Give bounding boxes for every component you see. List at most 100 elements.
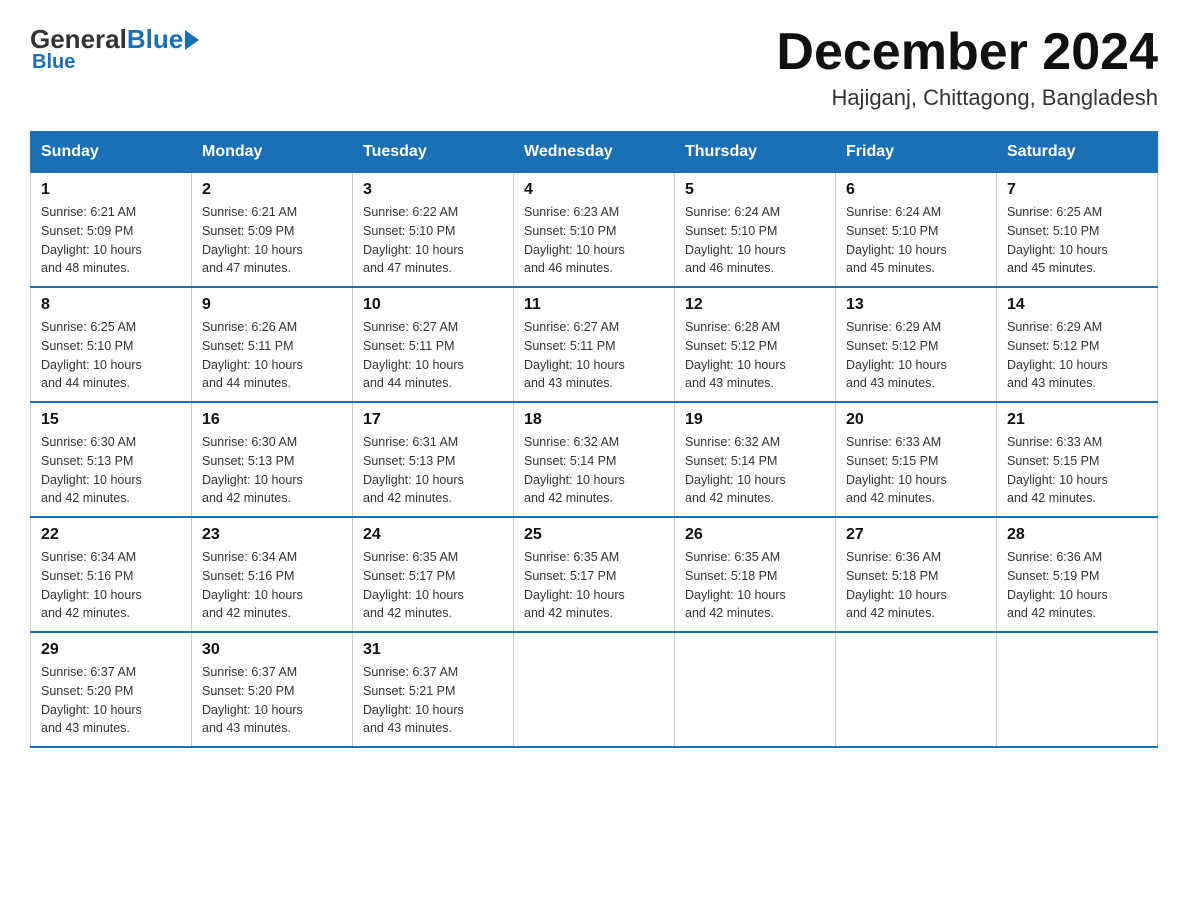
table-row [514, 632, 675, 747]
table-row: 24 Sunrise: 6:35 AMSunset: 5:17 PMDaylig… [353, 517, 514, 632]
day-info: Sunrise: 6:35 AMSunset: 5:17 PMDaylight:… [524, 548, 664, 623]
table-row: 22 Sunrise: 6:34 AMSunset: 5:16 PMDaylig… [31, 517, 192, 632]
day-number: 31 [363, 641, 503, 659]
day-info: Sunrise: 6:28 AMSunset: 5:12 PMDaylight:… [685, 318, 825, 393]
calendar-week-row: 29 Sunrise: 6:37 AMSunset: 5:20 PMDaylig… [31, 632, 1158, 747]
logo-subtitle: Blue [32, 51, 75, 74]
table-row: 12 Sunrise: 6:28 AMSunset: 5:12 PMDaylig… [675, 287, 836, 402]
col-wednesday: Wednesday [514, 132, 675, 172]
day-info: Sunrise: 6:27 AMSunset: 5:11 PMDaylight:… [524, 318, 664, 393]
day-info: Sunrise: 6:33 AMSunset: 5:15 PMDaylight:… [846, 433, 986, 508]
calendar-week-row: 22 Sunrise: 6:34 AMSunset: 5:16 PMDaylig… [31, 517, 1158, 632]
table-row: 17 Sunrise: 6:31 AMSunset: 5:13 PMDaylig… [353, 402, 514, 517]
day-info: Sunrise: 6:37 AMSunset: 5:21 PMDaylight:… [363, 663, 503, 738]
day-number: 11 [524, 296, 664, 314]
day-info: Sunrise: 6:21 AMSunset: 5:09 PMDaylight:… [41, 203, 181, 278]
day-number: 10 [363, 296, 503, 314]
day-number: 25 [524, 526, 664, 544]
day-number: 3 [363, 181, 503, 199]
table-row: 27 Sunrise: 6:36 AMSunset: 5:18 PMDaylig… [836, 517, 997, 632]
table-row: 6 Sunrise: 6:24 AMSunset: 5:10 PMDayligh… [836, 172, 997, 287]
page-header: General Blue Blue December 2024 Hajiganj… [30, 24, 1158, 111]
calendar-week-row: 15 Sunrise: 6:30 AMSunset: 5:13 PMDaylig… [31, 402, 1158, 517]
table-row: 13 Sunrise: 6:29 AMSunset: 5:12 PMDaylig… [836, 287, 997, 402]
table-row [675, 632, 836, 747]
day-info: Sunrise: 6:29 AMSunset: 5:12 PMDaylight:… [1007, 318, 1147, 393]
day-info: Sunrise: 6:30 AMSunset: 5:13 PMDaylight:… [41, 433, 181, 508]
day-info: Sunrise: 6:24 AMSunset: 5:10 PMDaylight:… [685, 203, 825, 278]
day-number: 4 [524, 181, 664, 199]
day-number: 8 [41, 296, 181, 314]
col-monday: Monday [192, 132, 353, 172]
day-number: 13 [846, 296, 986, 314]
table-row: 23 Sunrise: 6:34 AMSunset: 5:16 PMDaylig… [192, 517, 353, 632]
table-row [997, 632, 1158, 747]
day-info: Sunrise: 6:22 AMSunset: 5:10 PMDaylight:… [363, 203, 503, 278]
day-info: Sunrise: 6:33 AMSunset: 5:15 PMDaylight:… [1007, 433, 1147, 508]
day-number: 28 [1007, 526, 1147, 544]
day-info: Sunrise: 6:30 AMSunset: 5:13 PMDaylight:… [202, 433, 342, 508]
day-info: Sunrise: 6:29 AMSunset: 5:12 PMDaylight:… [846, 318, 986, 393]
table-row: 4 Sunrise: 6:23 AMSunset: 5:10 PMDayligh… [514, 172, 675, 287]
day-number: 23 [202, 526, 342, 544]
table-row [836, 632, 997, 747]
day-number: 1 [41, 181, 181, 199]
day-info: Sunrise: 6:26 AMSunset: 5:11 PMDaylight:… [202, 318, 342, 393]
day-info: Sunrise: 6:23 AMSunset: 5:10 PMDaylight:… [524, 203, 664, 278]
col-tuesday: Tuesday [353, 132, 514, 172]
location-title: Hajiganj, Chittagong, Bangladesh [776, 85, 1158, 111]
col-sunday: Sunday [31, 132, 192, 172]
day-number: 24 [363, 526, 503, 544]
table-row: 31 Sunrise: 6:37 AMSunset: 5:21 PMDaylig… [353, 632, 514, 747]
table-row: 26 Sunrise: 6:35 AMSunset: 5:18 PMDaylig… [675, 517, 836, 632]
table-row: 29 Sunrise: 6:37 AMSunset: 5:20 PMDaylig… [31, 632, 192, 747]
day-info: Sunrise: 6:32 AMSunset: 5:14 PMDaylight:… [685, 433, 825, 508]
table-row: 9 Sunrise: 6:26 AMSunset: 5:11 PMDayligh… [192, 287, 353, 402]
day-number: 15 [41, 411, 181, 429]
day-info: Sunrise: 6:36 AMSunset: 5:18 PMDaylight:… [846, 548, 986, 623]
day-info: Sunrise: 6:36 AMSunset: 5:19 PMDaylight:… [1007, 548, 1147, 623]
day-number: 22 [41, 526, 181, 544]
table-row: 20 Sunrise: 6:33 AMSunset: 5:15 PMDaylig… [836, 402, 997, 517]
day-number: 2 [202, 181, 342, 199]
col-friday: Friday [836, 132, 997, 172]
day-number: 17 [363, 411, 503, 429]
day-number: 27 [846, 526, 986, 544]
day-info: Sunrise: 6:35 AMSunset: 5:18 PMDaylight:… [685, 548, 825, 623]
table-row: 15 Sunrise: 6:30 AMSunset: 5:13 PMDaylig… [31, 402, 192, 517]
day-number: 9 [202, 296, 342, 314]
table-row: 30 Sunrise: 6:37 AMSunset: 5:20 PMDaylig… [192, 632, 353, 747]
calendar-week-row: 1 Sunrise: 6:21 AMSunset: 5:09 PMDayligh… [31, 172, 1158, 287]
logo-arrow-icon [185, 30, 199, 50]
table-row: 7 Sunrise: 6:25 AMSunset: 5:10 PMDayligh… [997, 172, 1158, 287]
table-row: 16 Sunrise: 6:30 AMSunset: 5:13 PMDaylig… [192, 402, 353, 517]
day-info: Sunrise: 6:21 AMSunset: 5:09 PMDaylight:… [202, 203, 342, 278]
table-row: 5 Sunrise: 6:24 AMSunset: 5:10 PMDayligh… [675, 172, 836, 287]
table-row: 19 Sunrise: 6:32 AMSunset: 5:14 PMDaylig… [675, 402, 836, 517]
day-number: 7 [1007, 181, 1147, 199]
day-number: 12 [685, 296, 825, 314]
calendar-header-row: Sunday Monday Tuesday Wednesday Thursday… [31, 132, 1158, 172]
logo: General Blue Blue [30, 24, 199, 74]
calendar-table: Sunday Monday Tuesday Wednesday Thursday… [30, 131, 1158, 748]
day-number: 14 [1007, 296, 1147, 314]
day-number: 29 [41, 641, 181, 659]
day-number: 5 [685, 181, 825, 199]
calendar-week-row: 8 Sunrise: 6:25 AMSunset: 5:10 PMDayligh… [31, 287, 1158, 402]
logo-blue: Blue [127, 24, 199, 55]
table-row: 3 Sunrise: 6:22 AMSunset: 5:10 PMDayligh… [353, 172, 514, 287]
day-info: Sunrise: 6:25 AMSunset: 5:10 PMDaylight:… [1007, 203, 1147, 278]
day-info: Sunrise: 6:25 AMSunset: 5:10 PMDaylight:… [41, 318, 181, 393]
day-info: Sunrise: 6:35 AMSunset: 5:17 PMDaylight:… [363, 548, 503, 623]
day-info: Sunrise: 6:34 AMSunset: 5:16 PMDaylight:… [202, 548, 342, 623]
day-info: Sunrise: 6:37 AMSunset: 5:20 PMDaylight:… [202, 663, 342, 738]
table-row: 21 Sunrise: 6:33 AMSunset: 5:15 PMDaylig… [997, 402, 1158, 517]
day-info: Sunrise: 6:31 AMSunset: 5:13 PMDaylight:… [363, 433, 503, 508]
day-number: 21 [1007, 411, 1147, 429]
table-row: 1 Sunrise: 6:21 AMSunset: 5:09 PMDayligh… [31, 172, 192, 287]
table-row: 11 Sunrise: 6:27 AMSunset: 5:11 PMDaylig… [514, 287, 675, 402]
month-title: December 2024 [776, 24, 1158, 81]
day-number: 18 [524, 411, 664, 429]
day-info: Sunrise: 6:34 AMSunset: 5:16 PMDaylight:… [41, 548, 181, 623]
table-row: 14 Sunrise: 6:29 AMSunset: 5:12 PMDaylig… [997, 287, 1158, 402]
